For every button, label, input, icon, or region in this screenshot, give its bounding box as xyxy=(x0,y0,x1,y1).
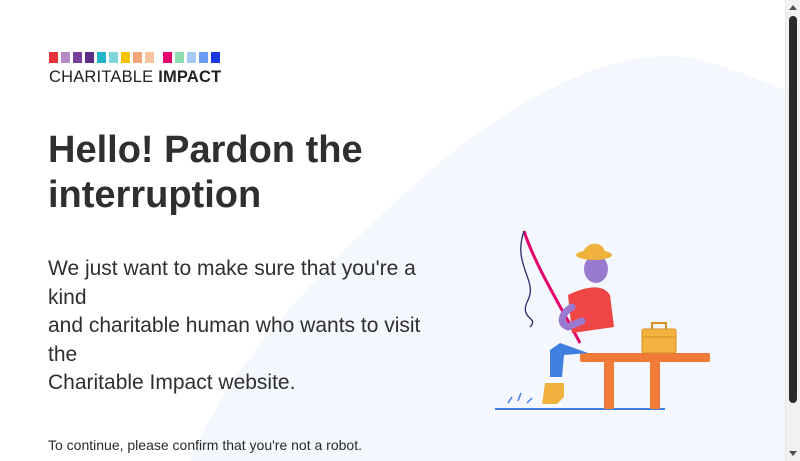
logo-swatch xyxy=(73,52,82,63)
logo-swatch xyxy=(133,52,142,63)
intro-line-1: We just want to make sure that you're a … xyxy=(48,257,416,309)
intro-paragraph: We just want to make sure that you're a … xyxy=(48,255,448,398)
picnic-basket xyxy=(641,328,677,354)
bench-leg-left xyxy=(604,362,614,409)
water-splash xyxy=(507,392,533,404)
logo-color-strip xyxy=(49,52,221,63)
logo-swatch xyxy=(175,52,184,63)
logo-wordmark: CHARITABLE IMPACT xyxy=(49,68,221,86)
logo-swatch xyxy=(121,52,130,63)
vertical-scrollbar[interactable] xyxy=(785,0,800,461)
logo-swatch xyxy=(97,52,106,63)
logo-swatch xyxy=(61,52,70,63)
page-heading: Hello! Pardon the interruption xyxy=(48,129,363,216)
person-boot xyxy=(542,383,564,405)
logo-word-bold: IMPACT xyxy=(158,68,222,86)
confirm-instruction: To continue, please confirm that you're … xyxy=(48,437,362,453)
intro-line-3: Charitable Impact website. xyxy=(48,371,296,394)
captcha-page: CHARITABLE IMPACT Hello! Pardon the inte… xyxy=(0,0,785,461)
charitable-impact-logo[interactable]: CHARITABLE IMPACT xyxy=(49,52,221,86)
person-hat-crown xyxy=(583,243,606,255)
logo-word-regular: CHARITABLE xyxy=(49,68,154,86)
logo-swatch xyxy=(85,52,94,63)
bench-top xyxy=(580,353,710,362)
logo-swatch xyxy=(145,52,154,63)
scrollbar-thumb[interactable] xyxy=(789,16,797,403)
logo-swatch xyxy=(49,52,58,63)
logo-swatch xyxy=(187,52,196,63)
intro-line-2: and charitable human who wants to visit … xyxy=(48,314,421,366)
person-fishing-illustration xyxy=(495,230,710,410)
logo-swatch xyxy=(163,52,172,63)
logo-swatch xyxy=(109,52,118,63)
scroll-up-arrow-icon[interactable] xyxy=(789,5,797,10)
scroll-down-arrow-icon[interactable] xyxy=(789,451,797,456)
bench-leg-right xyxy=(650,362,660,409)
logo-swatch xyxy=(199,52,208,63)
logo-swatch xyxy=(211,52,220,63)
